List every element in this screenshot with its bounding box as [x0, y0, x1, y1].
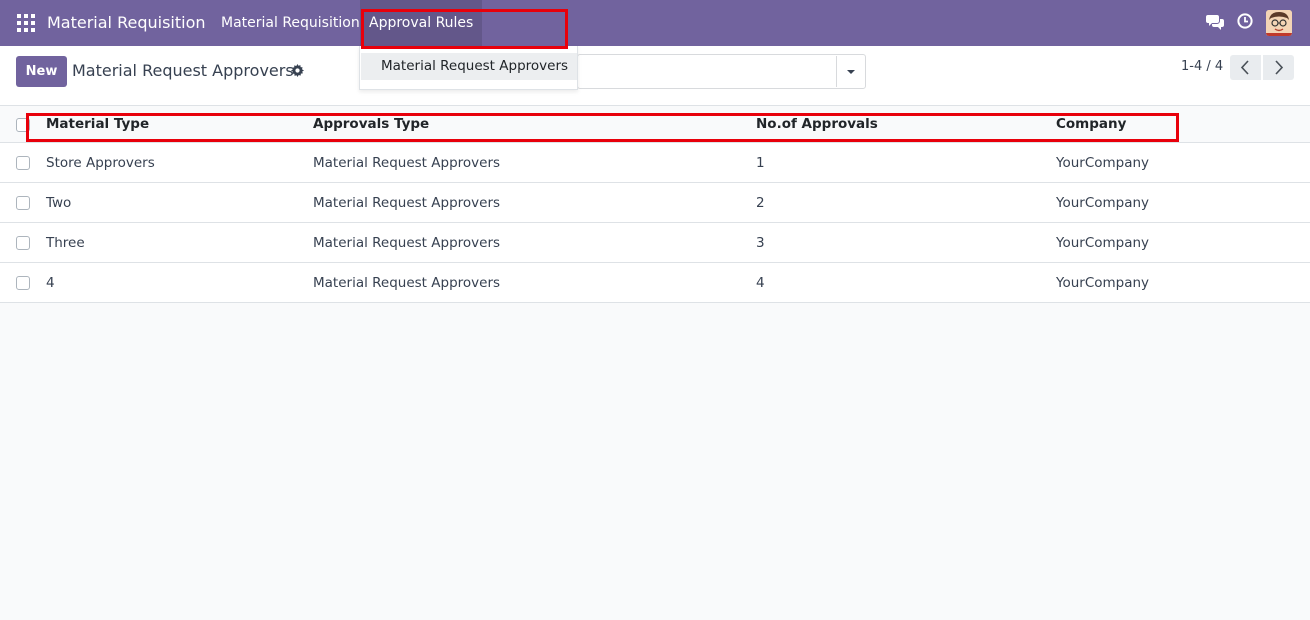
search-divider: [836, 56, 837, 87]
table-row[interactable]: Two Material Request Approvers 2 YourCom…: [0, 183, 1310, 223]
cell-approvals-type: Material Request Approvers: [313, 234, 501, 251]
search-bar: [577, 54, 866, 89]
cell-no-of-approvals: 4: [756, 274, 765, 291]
apps-menu-icon[interactable]: [17, 14, 35, 32]
user-avatar[interactable]: [1266, 10, 1292, 36]
search-input[interactable]: [582, 59, 832, 85]
new-button[interactable]: New: [16, 56, 67, 87]
gear-icon[interactable]: [291, 64, 304, 77]
pager-next-button[interactable]: [1263, 55, 1294, 80]
cell-no-of-approvals: 1: [756, 154, 765, 171]
table-header: Material Type Approvals Type No.of Appro…: [0, 106, 1310, 143]
menu-approval-rules[interactable]: Approval Rules: [360, 0, 483, 46]
menu-material-requisition[interactable]: Material Requisition: [212, 0, 369, 46]
select-all-checkbox[interactable]: [16, 118, 30, 132]
cell-company: YourCompany: [1056, 274, 1150, 291]
dropdown-item-material-request-approvers[interactable]: Material Request Approvers: [361, 53, 577, 80]
list-table: Material Type Approvals Type No.of Appro…: [0, 106, 1310, 303]
table-row[interactable]: Three Material Request Approvers 3 YourC…: [0, 223, 1310, 263]
table-row[interactable]: Store Approvers Material Request Approve…: [0, 143, 1310, 183]
row-checkbox[interactable]: [16, 196, 30, 210]
cell-approvals-type: Material Request Approvers: [313, 274, 501, 291]
table-row[interactable]: 4 Material Request Approvers 4 YourCompa…: [0, 263, 1310, 303]
cell-material-type: Three: [46, 234, 85, 251]
caret-down-icon[interactable]: [840, 63, 862, 81]
chat-icon[interactable]: [1206, 14, 1224, 30]
row-checkbox[interactable]: [16, 236, 30, 250]
top-navbar: Material Requisition Material Requisitio…: [0, 0, 1310, 46]
page-title: Material Request Approvers: [72, 61, 294, 80]
cell-approvals-type: Material Request Approvers: [313, 154, 501, 171]
cell-material-type: 4: [46, 274, 55, 291]
column-header-company[interactable]: Company: [1056, 106, 1126, 142]
chevron-left-icon: [1240, 60, 1249, 75]
pager-value[interactable]: 1-4 / 4: [1181, 59, 1223, 74]
cell-company: YourCompany: [1056, 154, 1150, 171]
row-checkbox[interactable]: [16, 276, 30, 290]
approval-rules-dropdown: Material Request Approvers: [359, 46, 578, 90]
pager-previous-button[interactable]: [1230, 55, 1261, 80]
column-header-material-type[interactable]: Material Type: [46, 106, 149, 142]
clock-icon[interactable]: [1237, 13, 1253, 29]
chevron-right-icon: [1275, 60, 1284, 75]
cell-approvals-type: Material Request Approvers: [313, 194, 501, 211]
cell-material-type: Two: [46, 194, 72, 211]
cell-no-of-approvals: 2: [756, 194, 765, 211]
row-checkbox[interactable]: [16, 156, 30, 170]
cell-no-of-approvals: 3: [756, 234, 765, 251]
cell-company: YourCompany: [1056, 234, 1150, 251]
column-header-no-of-approvals[interactable]: No.of Approvals: [756, 106, 878, 142]
cell-company: YourCompany: [1056, 194, 1150, 211]
cell-material-type: Store Approvers: [46, 154, 155, 171]
app-brand[interactable]: Material Requisition: [47, 12, 206, 34]
control-panel: New Material Request Approvers 1-4 / 4: [0, 46, 1310, 106]
column-header-approvals-type[interactable]: Approvals Type: [313, 106, 429, 142]
